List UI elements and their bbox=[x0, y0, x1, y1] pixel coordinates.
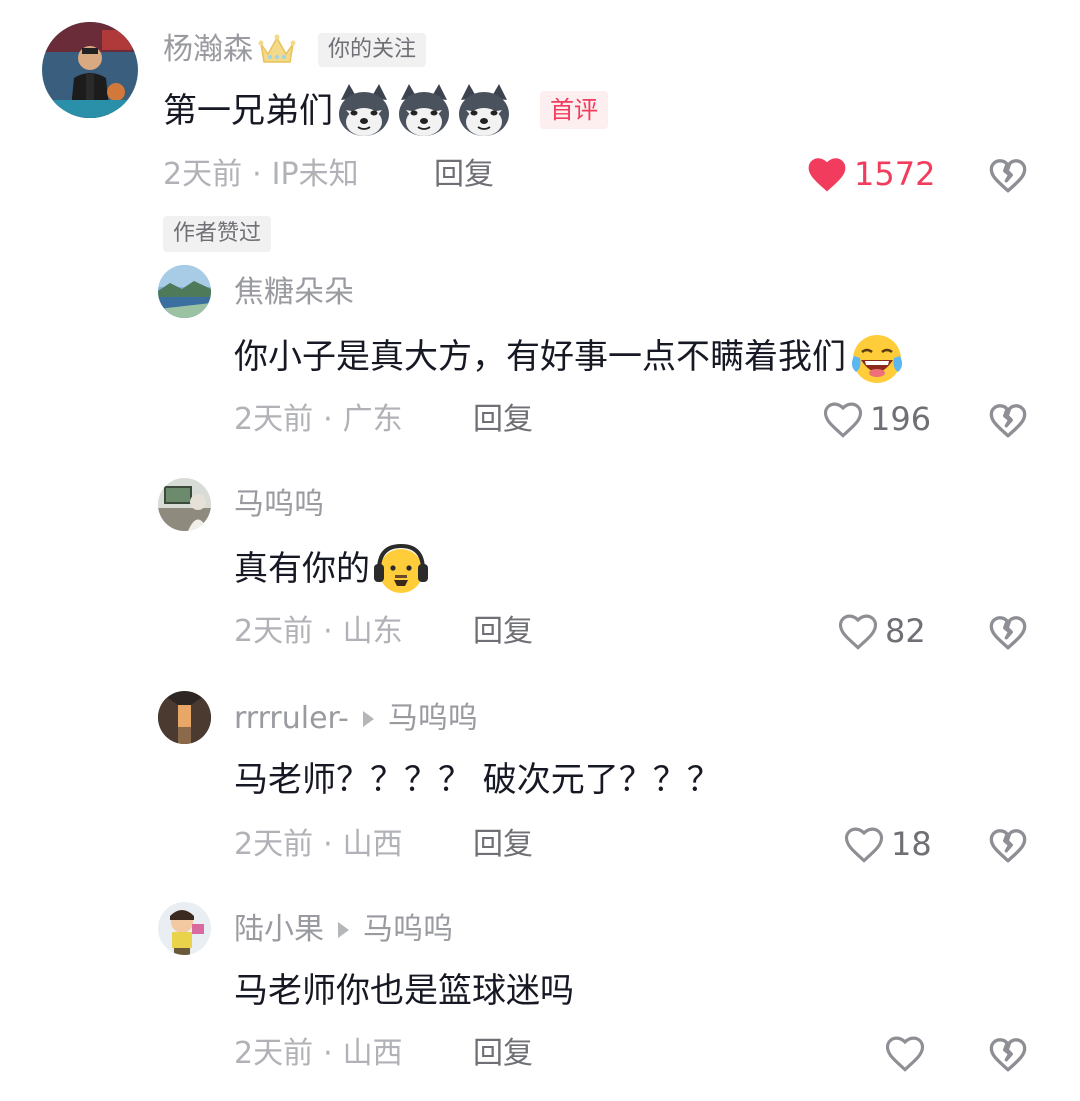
reply-arrow-icon bbox=[362, 711, 374, 727]
heart-filled-icon bbox=[808, 158, 846, 192]
comment-meta: 2天前 · 山西 bbox=[234, 1039, 403, 1069]
avatar[interactable] bbox=[42, 22, 138, 118]
heart-outline-icon bbox=[838, 614, 878, 650]
broken-heart-icon bbox=[989, 159, 1027, 193]
like-button[interactable] bbox=[884, 1033, 926, 1073]
meta-separator: · bbox=[323, 827, 333, 862]
reply-button[interactable]: 回复 bbox=[473, 830, 533, 860]
meta-separator: · bbox=[323, 402, 333, 437]
like-count: 82 bbox=[885, 612, 926, 650]
heart-outline-icon bbox=[885, 1036, 925, 1072]
dislike-button[interactable] bbox=[988, 612, 1028, 652]
avatar[interactable] bbox=[158, 902, 211, 955]
avatar[interactable] bbox=[158, 265, 211, 318]
comment-text: 你小子是真大方，有好事一点不瞒着我们 bbox=[234, 328, 906, 386]
comment-location: 山西 bbox=[342, 827, 403, 862]
comment-location: IP未知 bbox=[271, 157, 359, 192]
comment-text-body: 马老师你也是篮球迷吗 bbox=[234, 971, 574, 1011]
broken-heart-icon bbox=[989, 829, 1027, 863]
comment-location: 山西 bbox=[342, 1036, 403, 1071]
meta-separator: · bbox=[323, 614, 333, 649]
dislike-button[interactable] bbox=[988, 1034, 1028, 1074]
comment-text: 马老师你也是篮球迷吗 bbox=[234, 974, 574, 1008]
like-button[interactable]: 82 bbox=[837, 611, 926, 651]
username-text: 陆小果 bbox=[234, 912, 324, 947]
follow-tag: 你的关注 bbox=[318, 33, 427, 67]
avatar[interactable] bbox=[158, 691, 211, 744]
username[interactable]: 焦糖朵朵 bbox=[234, 278, 354, 308]
husky-emoji-icon bbox=[335, 82, 393, 140]
reply-item: 陆小果 马呜呜 马老师你也是篮球迷吗 2天前 · 山西 回复 bbox=[0, 895, 1080, 1095]
like-count: 1572 bbox=[854, 155, 936, 193]
laugh-cry-emoji-icon bbox=[848, 328, 906, 386]
comment-time: 2天前 bbox=[234, 1036, 314, 1071]
like-button[interactable]: 196 bbox=[822, 399, 931, 439]
comment-text-body: 你小子是真大方，有好事一点不瞒着我们 bbox=[234, 337, 846, 377]
meta-separator: · bbox=[323, 1036, 333, 1071]
comment-text: 马老师？？？？ 破次元了？？？ bbox=[234, 763, 721, 797]
username-text: 马呜呜 bbox=[234, 487, 324, 522]
reply-button[interactable]: 回复 bbox=[473, 405, 533, 435]
heart-outline-icon bbox=[844, 827, 884, 863]
first-comment-tag: 首评 bbox=[540, 91, 608, 129]
reply-arrow-icon bbox=[338, 922, 349, 938]
comment-text-body: 马老师？？？？ 破次元了？？？ bbox=[234, 760, 721, 800]
comment-meta: 2天前 · 山东 bbox=[234, 617, 403, 647]
like-button[interactable]: 1572 bbox=[806, 154, 935, 194]
avatar[interactable] bbox=[158, 478, 211, 531]
comment-time: 2天前 bbox=[234, 614, 314, 649]
dislike-button[interactable] bbox=[988, 825, 1028, 865]
reply-item: rrrruler- 马呜呜 马老师？？？？ 破次元了？？？ 2天前 · 山西 回复 … bbox=[0, 684, 1080, 884]
comment-location: 山东 bbox=[342, 614, 403, 649]
comment-text-body: 真有你的 bbox=[234, 549, 370, 589]
comment-text: 真有你的 bbox=[234, 540, 430, 598]
comment-meta: 2天前 · 山西 bbox=[234, 830, 403, 860]
comment-item: 杨瀚森 你的关注 第一兄弟们 首评 2天前 · IP未知 回复 1572 作者赞… bbox=[0, 0, 1080, 260]
username-text: 杨瀚森 bbox=[163, 32, 253, 67]
reply-button[interactable]: 回复 bbox=[473, 1039, 533, 1069]
heart-outline-icon bbox=[823, 402, 863, 438]
username[interactable]: 马呜呜 bbox=[234, 490, 324, 520]
meta-separator: · bbox=[252, 157, 262, 192]
username-text: 焦糖朵朵 bbox=[234, 275, 354, 310]
username[interactable]: 杨瀚森 bbox=[163, 32, 297, 68]
headphones-face-emoji-icon bbox=[372, 540, 430, 598]
comment-meta: 2天前 · IP未知 bbox=[163, 160, 359, 190]
username[interactable]: 陆小果 马呜呜 bbox=[234, 915, 453, 945]
reply-to-username[interactable]: 马呜呜 bbox=[388, 704, 478, 734]
comment-text: 第一兄弟们 bbox=[163, 82, 513, 140]
like-button[interactable]: 18 bbox=[843, 824, 932, 864]
comment-time: 2天前 bbox=[234, 402, 314, 437]
username[interactable]: rrrruler- 马呜呜 bbox=[234, 704, 478, 734]
reply-to-username[interactable]: 马呜呜 bbox=[363, 915, 453, 945]
reply-button[interactable]: 回复 bbox=[434, 160, 494, 190]
comment-meta: 2天前 · 广东 bbox=[234, 405, 403, 435]
like-count: 18 bbox=[891, 825, 932, 863]
dislike-button[interactable] bbox=[988, 400, 1028, 440]
like-count: 196 bbox=[870, 400, 932, 438]
author-liked-tag: 作者赞过 bbox=[163, 216, 272, 252]
reply-item: 焦糖朵朵 你小子是真大方，有好事一点不瞒着我们 2天前 · 广东 回复 196 bbox=[0, 260, 1080, 460]
comment-text-body: 第一兄弟们 bbox=[163, 91, 333, 131]
comment-location: 广东 bbox=[342, 402, 403, 437]
husky-emoji-icon bbox=[395, 82, 453, 140]
reply-button[interactable]: 回复 bbox=[473, 617, 533, 647]
broken-heart-icon bbox=[989, 616, 1027, 650]
broken-heart-icon bbox=[989, 1038, 1027, 1072]
reply-item: 马呜呜 真有你的 2天前 · 山东 回复 82 bbox=[0, 472, 1080, 672]
crown-icon bbox=[257, 32, 297, 68]
husky-emoji-icon bbox=[455, 82, 513, 140]
username-text: rrrruler- bbox=[234, 701, 349, 736]
dislike-button[interactable] bbox=[988, 155, 1028, 195]
broken-heart-icon bbox=[989, 404, 1027, 438]
comment-time: 2天前 bbox=[163, 157, 243, 192]
comment-time: 2天前 bbox=[234, 827, 314, 862]
